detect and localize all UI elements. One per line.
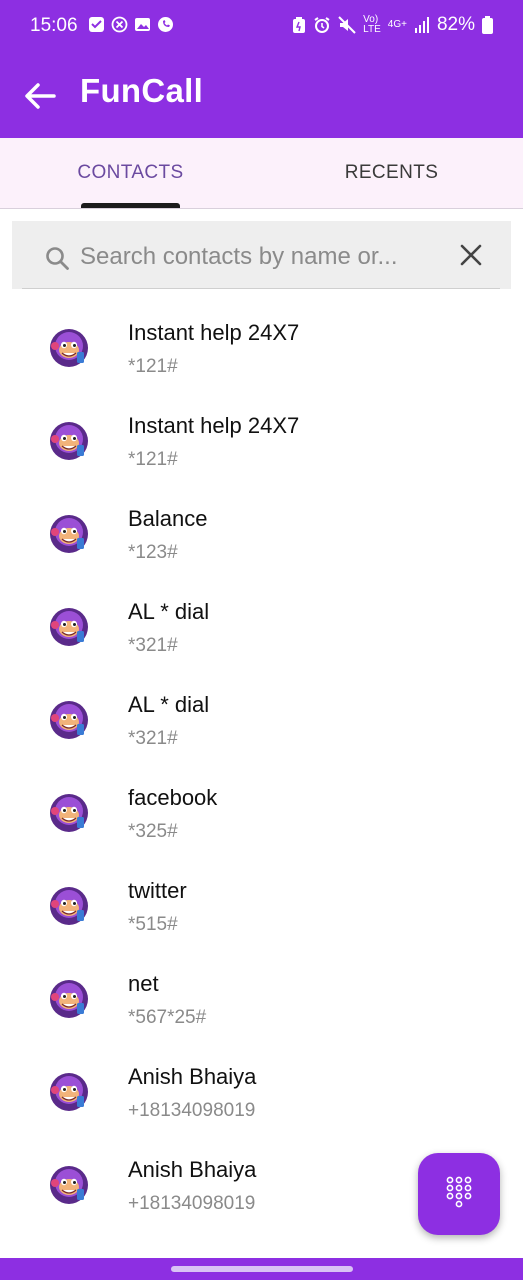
contact-row[interactable]: Instant help 24X7 *121# xyxy=(0,300,523,393)
tab-selected-indicator xyxy=(81,203,180,208)
close-icon[interactable] xyxy=(458,242,484,268)
app-title: FunCall xyxy=(80,72,204,109)
search-input[interactable] xyxy=(80,236,430,278)
contact-avatar xyxy=(49,979,89,1019)
contact-number: +18134098019 xyxy=(128,1193,256,1214)
system-nav-bar xyxy=(0,1258,523,1280)
alarm-icon xyxy=(314,17,330,33)
contact-avatar xyxy=(49,421,89,461)
network-type: 4G+ xyxy=(387,19,407,30)
status-right-icons: Vo) LTE 4G+ 82% xyxy=(292,14,493,36)
gallery-icon xyxy=(135,18,150,31)
battery-icon xyxy=(482,16,493,34)
back-arrow-icon[interactable] xyxy=(20,76,60,116)
contact-number: *567*25# xyxy=(128,1007,207,1028)
contact-name: facebook xyxy=(128,785,218,810)
contact-row[interactable]: twitter *515# xyxy=(0,858,523,951)
contact-name: AL * dial xyxy=(128,599,210,624)
contact-number: *515# xyxy=(128,914,178,935)
contact-number: *321# xyxy=(128,635,178,656)
contact-row[interactable]: Anish Bhaiya +18134098019 xyxy=(0,1044,523,1137)
contact-number: +18134098019 xyxy=(128,1100,256,1121)
contact-number: *325# xyxy=(128,821,178,842)
tab-contacts[interactable]: CONTACTS xyxy=(0,138,261,208)
battery-saver-icon xyxy=(293,17,306,33)
contact-number: *123# xyxy=(128,542,178,563)
contact-name: Instant help 24X7 xyxy=(128,320,300,345)
contact-name: Instant help 24X7 xyxy=(128,413,300,438)
contact-name: net xyxy=(128,971,159,996)
contact-row[interactable]: Balance *123# xyxy=(0,486,523,579)
contact-avatar xyxy=(49,886,89,926)
volte-label: Vo) LTE xyxy=(363,14,381,35)
contact-avatar xyxy=(49,700,89,740)
contact-number: *121# xyxy=(128,356,178,377)
contact-row[interactable]: Instant help 24X7 *121# xyxy=(0,393,523,486)
contact-avatar xyxy=(49,1072,89,1112)
dialpad-button[interactable] xyxy=(418,1153,500,1235)
tab-recents[interactable]: RECENTS xyxy=(261,138,522,208)
contact-name: Balance xyxy=(128,506,208,531)
contact-name: twitter xyxy=(128,878,187,903)
contact-avatar xyxy=(49,793,89,833)
contact-number: *121# xyxy=(128,449,178,470)
search-icon xyxy=(46,247,69,270)
contact-row[interactable]: net *567*25# xyxy=(0,951,523,1044)
dialpad-icon xyxy=(446,1176,472,1208)
status-time: 15:06 xyxy=(30,15,78,36)
contact-name: Anish Bhaiya xyxy=(128,1157,257,1182)
contact-avatar xyxy=(49,328,89,368)
contact-avatar xyxy=(49,514,89,554)
message-icon xyxy=(89,17,104,32)
contact-avatar xyxy=(49,1165,89,1205)
battery-percent: 82% xyxy=(436,14,475,35)
contact-row[interactable]: AL * dial *321# xyxy=(0,579,523,672)
contact-row[interactable]: AL * dial *321# xyxy=(0,672,523,765)
contact-number: *321# xyxy=(128,728,178,749)
contact-row[interactable]: facebook *325# xyxy=(0,765,523,858)
app-bar: FunCall xyxy=(0,56,523,138)
tab-bar: CONTACTS RECENTS xyxy=(0,138,523,209)
status-bar: 15:06 Vo) LTE 4G+ 82% xyxy=(0,0,523,56)
contact-avatar xyxy=(49,607,89,647)
contact-name: Anish Bhaiya xyxy=(128,1064,257,1089)
home-gesture-pill[interactable] xyxy=(171,1266,353,1272)
whatsapp-icon xyxy=(158,17,173,32)
blocked-icon xyxy=(111,16,128,33)
mute-icon xyxy=(338,16,356,34)
notification-icons xyxy=(88,16,174,33)
contact-name: AL * dial xyxy=(128,692,210,717)
signal-icon xyxy=(414,17,429,33)
search-underline xyxy=(22,288,500,289)
